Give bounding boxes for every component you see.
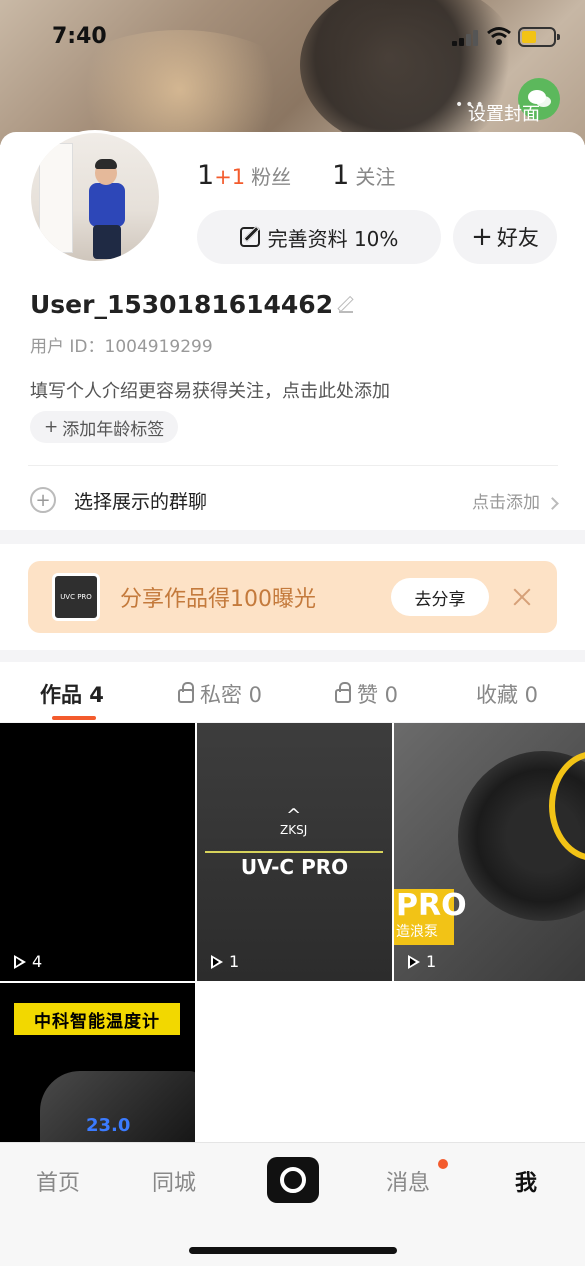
signal-icon: [452, 30, 482, 46]
video-logo: ^ ZKSJ: [280, 805, 308, 838]
close-icon[interactable]: [513, 588, 531, 606]
avatar[interactable]: [28, 130, 162, 264]
play-count: 1: [408, 952, 436, 971]
wifi-icon: [487, 27, 511, 45]
add-age-tag-button[interactable]: + 添加年龄标签: [30, 411, 179, 443]
lock-icon: [335, 682, 351, 703]
profile-cover[interactable]: 7:40 ••• 设置封面: [0, 0, 585, 145]
group-chat-label: 选择展示的群聊: [74, 490, 208, 513]
fans-count: 1: [197, 160, 215, 191]
lock-icon: [178, 682, 194, 703]
plus-icon: +: [44, 417, 59, 437]
video-tag: PRO 造浪泵: [394, 889, 467, 945]
following-count: 1: [332, 160, 350, 191]
go-share-button[interactable]: 去分享: [391, 578, 489, 616]
status-time: 7:40: [52, 24, 107, 49]
status-bar: 7:40: [0, 0, 585, 72]
battery-icon: [518, 27, 560, 47]
video-brand-text: UV-C PRO: [240, 855, 349, 879]
video-thumbnail[interactable]: 中科智能温度计 23.0: [0, 983, 195, 1143]
share-banner[interactable]: UVC PRO 分享作品得100曝光 去分享: [28, 561, 557, 633]
play-icon: [408, 954, 420, 969]
complete-profile-label: 完善资料 10%: [267, 226, 399, 251]
share-thumbnail: UVC PRO: [52, 573, 100, 621]
edit-icon: [239, 227, 260, 247]
tab-works-label: 作品 4: [40, 683, 104, 707]
video-thumbnail[interactable]: 4: [0, 723, 195, 981]
play-count: 4: [14, 952, 42, 971]
group-chat-action: 点击添加: [472, 488, 559, 513]
following-stat[interactable]: 1 关注: [332, 160, 395, 191]
bio-placeholder[interactable]: 填写个人介绍更容易获得关注，点击此处添加: [30, 377, 390, 403]
complete-profile-button[interactable]: 完善资料 10%: [197, 210, 441, 264]
share-banner-text: 分享作品得100曝光: [120, 587, 316, 612]
tab-active-indicator: [52, 716, 96, 720]
play-icon: [14, 954, 26, 969]
thermometer-digits: 23.0: [86, 1115, 131, 1136]
nav-local[interactable]: 同城: [152, 1165, 196, 1197]
nav-messages[interactable]: 消息: [386, 1165, 430, 1197]
tab-likes[interactable]: 赞 0: [335, 679, 398, 709]
tab-favorites-label: 收藏 0: [476, 683, 539, 707]
play-count: 1: [211, 952, 239, 971]
user-id: 用户 ID：1004919299: [30, 337, 213, 357]
nav-me[interactable]: 我: [515, 1165, 537, 1197]
share-banner-section: UVC PRO 分享作品得100曝光 去分享: [0, 544, 585, 650]
chevron-right-icon: [546, 496, 559, 510]
profile-card: 1+1 粉丝 1 关注 完善资料 10% + 好友 User_15301816144…: [0, 130, 585, 530]
notification-dot: [438, 1159, 448, 1169]
video-grid: 4 ^ ZKSJ UV-C PRO 1 PRO 造浪泵 1 中科智能温度计 23.…: [0, 723, 585, 1143]
add-circle-icon: +: [30, 487, 56, 513]
plus-icon: +: [471, 222, 493, 252]
video-thumbnail[interactable]: ^ ZKSJ UV-C PRO 1: [197, 723, 392, 981]
video-thumbnail[interactable]: PRO 造浪泵 1: [394, 723, 585, 981]
tab-likes-label: 赞 0: [357, 683, 399, 707]
tab-private[interactable]: 私密 0: [178, 679, 262, 709]
username-text: User_1530181614462: [30, 290, 334, 319]
fans-label: 粉丝: [251, 165, 292, 189]
nav-home[interactable]: 首页: [36, 1165, 80, 1197]
tab-favorites[interactable]: 收藏 0: [476, 679, 538, 709]
add-friend-label: 好友: [496, 226, 539, 250]
home-indicator: [189, 1247, 397, 1254]
fans-stat[interactable]: 1+1 粉丝: [197, 160, 291, 191]
camera-icon: [280, 1167, 306, 1193]
video-banner-text: 中科智能温度计: [14, 1003, 180, 1035]
following-label: 关注: [355, 165, 396, 189]
fans-delta: +1: [214, 165, 246, 189]
age-tag-label: 添加年龄标签: [62, 419, 165, 440]
add-friend-button[interactable]: + 好友: [453, 210, 557, 264]
play-icon: [211, 954, 223, 969]
bottom-nav: 首页 同城 消息 我: [0, 1142, 585, 1266]
set-cover-button[interactable]: 设置封面: [468, 100, 540, 126]
username: User_1530181614462: [30, 290, 354, 319]
pencil-icon[interactable]: [339, 299, 354, 313]
profile-stats: 1+1 粉丝 1 关注: [197, 160, 429, 191]
camera-button[interactable]: [267, 1157, 319, 1203]
content-tabs: 作品 4 私密 0 赞 0 收藏 0: [0, 662, 585, 722]
group-chat-row[interactable]: + 选择展示的群聊 点击添加: [30, 480, 559, 520]
tab-works[interactable]: 作品 4: [40, 679, 104, 709]
tab-private-label: 私密 0: [200, 683, 263, 707]
divider: [28, 465, 558, 466]
